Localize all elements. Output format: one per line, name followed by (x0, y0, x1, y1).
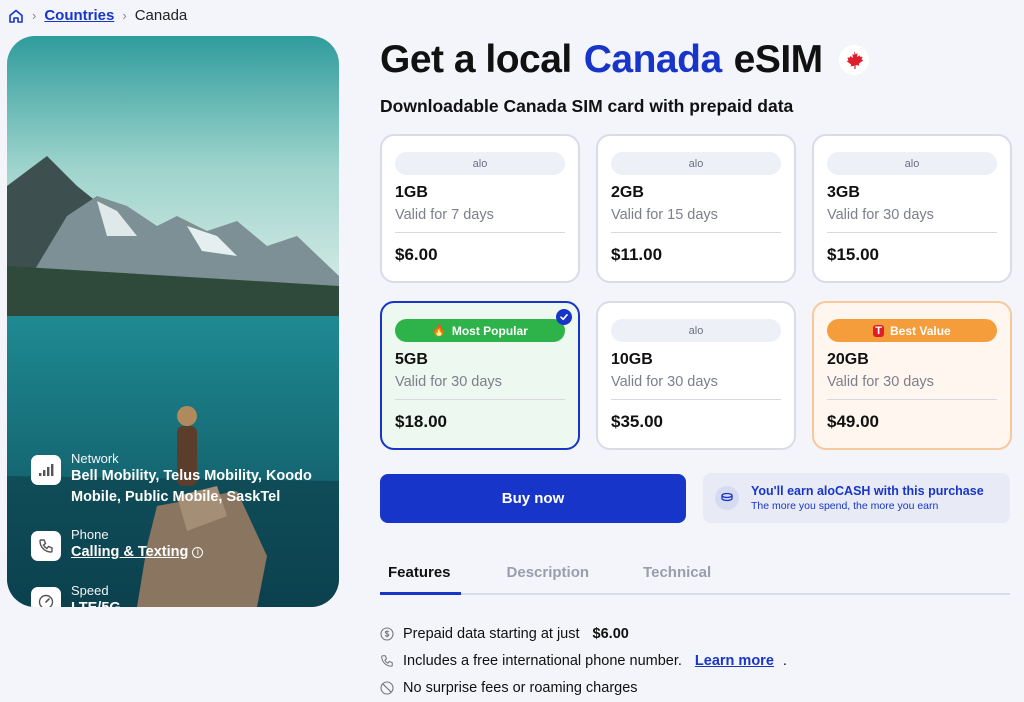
plan-card-20gb[interactable]: T Best Value 20GB Valid for 30 days $49.… (812, 301, 1012, 450)
chevron-right-icon: › (122, 8, 127, 23)
network-label: Network (71, 451, 119, 466)
breadcrumb: › Countries › Canada (8, 7, 187, 24)
phone-spec: Phone Calling & Texting i (31, 527, 204, 563)
plan-price: $49.00 (827, 412, 879, 431)
plan-data: 2GB (611, 184, 644, 201)
buy-now-button[interactable]: Buy now (380, 474, 686, 523)
plan-price: $35.00 (611, 412, 663, 431)
alo-logo-badge: alo (395, 152, 565, 175)
page-title: Get a local Canada eSIM (380, 38, 869, 82)
features-list: Prepaid data starting at just $6.00 Incl… (380, 620, 787, 701)
alo-logo-badge: alo (611, 152, 781, 175)
plan-validity: Valid for 30 days (611, 374, 718, 390)
plan-card-3gb[interactable]: alo 3GB Valid for 30 days $15.00 (812, 134, 1012, 283)
info-icon[interactable]: i (192, 547, 204, 558)
network-spec: Network Bell Mobility, Telus Mobility, K… (31, 451, 331, 508)
learn-more-link[interactable]: Learn more (695, 653, 774, 669)
tab-bar: Features Description Technical (380, 556, 1010, 595)
plan-card-1gb[interactable]: alo 1GB Valid for 7 days $6.00 (380, 134, 580, 283)
feature-period: . (782, 652, 787, 669)
phone-label: Phone (71, 527, 109, 542)
plan-price: $6.00 (395, 245, 438, 264)
feature-price: $6.00 (592, 625, 629, 642)
speed-value: LTE/5G (71, 598, 121, 607)
page-subtitle: Downloadable Canada SIM card with prepai… (380, 96, 794, 116)
no-fees-icon (380, 680, 394, 695)
speed-label: Speed (71, 583, 109, 598)
plan-data: 3GB (827, 184, 860, 201)
selected-check-icon (556, 309, 572, 325)
network-value: Bell Mobility, Telus Mobility, Koodo Mob… (71, 468, 312, 505)
feature-item: Prepaid data starting at just $6.00 (380, 620, 787, 647)
divider (395, 399, 565, 400)
plan-data: 1GB (395, 184, 428, 201)
divider (827, 399, 997, 400)
plan-data: 10GB (611, 351, 653, 368)
alocash-banner: You'll earn aloCASH with this purchase T… (703, 473, 1010, 523)
lake-mountain-photo (7, 36, 339, 607)
feature-text: Prepaid data starting at just (403, 625, 580, 642)
trophy-icon: T (873, 324, 885, 337)
signal-bars-icon (31, 455, 61, 485)
plan-grid: alo 1GB Valid for 7 days $6.00 alo 2GB V… (380, 134, 1012, 450)
badge-label: Best Value (890, 323, 951, 338)
speedometer-icon (31, 587, 61, 607)
alo-logo-badge: alo (611, 319, 781, 342)
feature-item: No surprise fees or roaming charges (380, 674, 787, 701)
plan-validity: Valid for 7 days (395, 207, 494, 223)
flame-icon: 🔥 (432, 325, 446, 337)
canada-maple-leaf-icon (838, 45, 869, 75)
tab-features[interactable]: Features (380, 556, 461, 595)
feature-text: No surprise fees or roaming charges (403, 679, 638, 696)
phone-icon (31, 531, 61, 561)
alocash-title: You'll earn aloCASH with this purchase (751, 484, 984, 498)
phone-icon (380, 654, 394, 668)
title-prefix: Get a local (380, 38, 572, 81)
plan-card-10gb[interactable]: alo 10GB Valid for 30 days $35.00 (596, 301, 796, 450)
most-popular-badge: 🔥 Most Popular (395, 319, 565, 342)
breadcrumb-current: Canada (134, 7, 188, 24)
divider (611, 399, 781, 400)
plan-price: $18.00 (395, 412, 447, 431)
plan-validity: Valid for 30 days (827, 207, 934, 223)
tab-description[interactable]: Description (499, 556, 598, 593)
best-value-badge: T Best Value (827, 319, 997, 342)
plan-card-2gb[interactable]: alo 2GB Valid for 15 days $11.00 (596, 134, 796, 283)
plan-data: 20GB (827, 351, 869, 368)
home-icon[interactable] (8, 8, 24, 24)
plan-validity: Valid for 30 days (395, 374, 502, 390)
hero-image-card: Network Bell Mobility, Telus Mobility, K… (7, 36, 339, 607)
plan-price: $15.00 (827, 245, 879, 264)
divider (827, 232, 997, 233)
phone-value[interactable]: Calling & Texting (71, 542, 188, 563)
tab-technical[interactable]: Technical (635, 556, 719, 593)
speed-spec: Speed LTE/5G (31, 583, 121, 607)
plan-card-5gb[interactable]: 🔥 Most Popular 5GB Valid for 30 days $18… (380, 301, 580, 450)
divider (395, 232, 565, 233)
coins-icon (715, 486, 739, 510)
breadcrumb-countries-link[interactable]: Countries (44, 7, 114, 24)
title-suffix: eSIM (733, 38, 824, 81)
feature-text: Includes a free international phone numb… (403, 652, 682, 669)
feature-item: Includes a free international phone numb… (380, 647, 787, 674)
plan-price: $11.00 (611, 245, 663, 264)
chevron-right-icon: › (32, 8, 37, 23)
title-country: Canada (583, 38, 722, 81)
alo-logo-badge: alo (827, 152, 997, 175)
alocash-subtitle: The more you spend, the more you earn (751, 500, 939, 512)
plan-validity: Valid for 15 days (611, 207, 718, 223)
plan-validity: Valid for 30 days (827, 374, 934, 390)
plan-data: 5GB (395, 351, 428, 368)
badge-label: Most Popular (451, 323, 528, 338)
dollar-circle-icon (380, 626, 394, 641)
divider (611, 232, 781, 233)
